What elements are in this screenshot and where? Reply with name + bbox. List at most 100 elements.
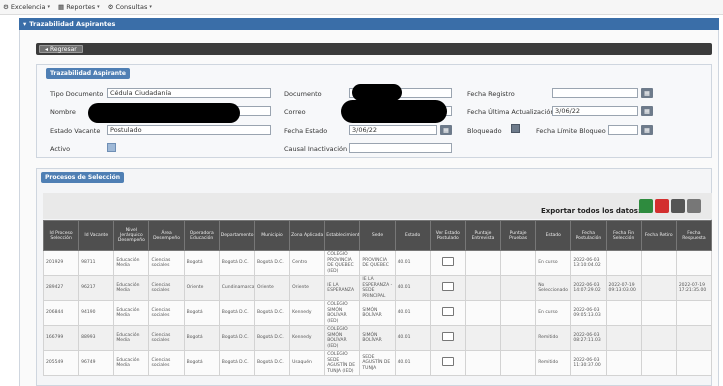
fecha-registro-field[interactable] <box>552 88 638 98</box>
column-header[interactable]: Municipio <box>253 220 291 251</box>
table-row[interactable]: 166799 88993 Educación Media Ciencias socia… <box>42 325 713 351</box>
menu-label: Consultas <box>115 3 148 11</box>
export-toolbar <box>43 193 712 219</box>
column-header[interactable]: Zona Aplicada <box>289 220 326 251</box>
table-cell: 166799 <box>42 325 80 351</box>
column-header[interactable]: Id Proceso Selección <box>42 220 80 251</box>
estado-vacante-field[interactable]: Postulado <box>107 125 271 135</box>
documento-label: Documento <box>284 90 322 98</box>
table-cell: Centro <box>289 250 326 276</box>
column-header[interactable]: Departamento <box>218 220 255 251</box>
export-label: Exportar todos los datos: <box>541 207 641 215</box>
correo-label: Correo <box>284 108 306 116</box>
column-header[interactable]: Sede <box>359 220 396 251</box>
menu-consultas[interactable]: ⚙ Consultas ▾ <box>108 3 152 11</box>
table-cell: IE LA ESPERANZA - SEDE PRINCIPAL <box>359 275 396 301</box>
chevron-down-icon: ▾ <box>47 4 51 10</box>
table-cell: Bogotá D.C. <box>253 250 291 276</box>
fecha-limite-bloqueo-label: Fecha Límite Bloqueo <box>536 127 606 135</box>
view-status-button[interactable] <box>441 257 454 267</box>
menu-excelencia[interactable]: ⚙ Excelencia ▾ <box>3 3 50 11</box>
gear-icon: ⚙ <box>3 3 9 11</box>
causal-inactivacion-label: Causal Inactivación <box>284 145 348 153</box>
column-header[interactable]: Estado <box>394 220 431 251</box>
table-row[interactable]: 206844 94190 Educación Media Ciencias socia… <box>42 300 713 326</box>
causal-inactivacion-field[interactable] <box>349 143 452 153</box>
tipo-documento-field[interactable]: Cédula Ciudadanía <box>107 88 271 98</box>
table-cell <box>675 350 713 376</box>
tipo-documento-label: Tipo Documento <box>50 90 104 98</box>
table-cell <box>640 350 677 376</box>
table-row[interactable]: 289427 96217 Educación Media Ciencias socia… <box>42 275 713 301</box>
collapse-arrow-icon: ▾ <box>23 20 27 28</box>
column-header[interactable]: Fecha Retiro <box>640 220 677 251</box>
table-cell: Oriente <box>289 275 326 301</box>
menu-reportes[interactable]: ▦ Reportes ▾ <box>58 3 100 11</box>
table-cell: 96217 <box>78 275 115 301</box>
calendar-icon[interactable]: ▦ <box>641 106 653 116</box>
table-cell: 2022-06-03 13:10:04.02 <box>570 250 607 276</box>
calendar-icon[interactable]: ▦ <box>641 125 653 135</box>
column-header[interactable]: Fecha Respuesta <box>675 220 713 251</box>
fecha-estado-field[interactable]: 3/06/22 <box>349 125 437 135</box>
table-cell <box>605 350 642 376</box>
table-cell: 206844 <box>42 300 80 326</box>
excel-export-icon[interactable] <box>639 199 653 213</box>
table-cell: 40.01 <box>394 250 431 276</box>
menu-label: Excelencia <box>10 3 46 11</box>
table-cell: Bogotá D.C. <box>218 325 255 351</box>
column-header[interactable]: Nivel Jerárquico Desempeño <box>113 220 150 251</box>
column-header[interactable]: Id Vacante <box>78 220 115 251</box>
table-cell <box>675 325 713 351</box>
table-cell <box>429 300 466 326</box>
table-cell: Ciencias sociales <box>148 350 185 376</box>
activo-checkbox[interactable] <box>107 143 116 152</box>
table-cell: 2022-06-03 09:05:13.03 <box>570 300 607 326</box>
table-cell: 2022-07-19 17:21:35.00 <box>675 275 713 301</box>
fecha-ultima-actualizacion-field[interactable]: 3/06/22 <box>552 106 638 116</box>
table-row[interactable]: 201929 98711 Educación Media Ciencias socia… <box>42 250 713 276</box>
column-header[interactable]: Estado <box>535 220 572 251</box>
table-cell <box>605 325 642 351</box>
bloqueado-checkbox[interactable] <box>511 124 520 133</box>
column-header[interactable]: Fecha Postulación <box>570 220 607 251</box>
table-cell <box>464 300 502 326</box>
table-cell <box>429 250 466 276</box>
pdf-export-icon[interactable] <box>655 199 669 213</box>
menu-label: Reportes <box>66 3 96 11</box>
calendar-icon[interactable]: ▦ <box>440 125 452 135</box>
table-cell <box>464 250 502 276</box>
table-cell <box>464 350 502 376</box>
view-status-button[interactable] <box>441 332 454 342</box>
table-cell: Oriente <box>183 275 220 301</box>
table-cell <box>429 350 466 376</box>
table-cell: 40.01 <box>394 300 431 326</box>
table-row[interactable]: 205549 96749 Educación Media Ciencias socia… <box>42 350 713 376</box>
table-cell: 205549 <box>42 350 80 376</box>
column-header[interactable]: Fecha Fin Selección <box>605 220 642 251</box>
table-cell: 40.01 <box>394 350 431 376</box>
column-header[interactable]: Área Desempeño <box>148 220 185 251</box>
table-cell <box>675 250 713 276</box>
table-cell: COLEGIO SIMÓN BOLÍVAR (IED) <box>324 325 361 351</box>
column-header[interactable]: Puntaje Pruebas <box>500 220 537 251</box>
fecha-limite-bloqueo-field[interactable] <box>608 125 638 135</box>
view-status-button[interactable] <box>441 282 454 292</box>
view-status-button[interactable] <box>441 357 454 367</box>
column-header[interactable]: Puntaje Entrevista <box>464 220 502 251</box>
view-status-button[interactable] <box>441 307 454 317</box>
table-cell: Educación Media <box>113 275 150 301</box>
column-header[interactable]: Ver Estado Postulado <box>429 220 466 251</box>
back-button[interactable]: ◂ Regresar <box>39 45 83 53</box>
table-cell <box>640 300 677 326</box>
printer-alt-icon[interactable] <box>687 199 701 213</box>
page-title-bar[interactable]: ▾ Trazabilidad Aspirantes <box>19 18 719 30</box>
calendar-icon[interactable]: ▦ <box>641 88 653 98</box>
redaction-mask <box>352 84 402 101</box>
column-header[interactable]: Operadora Educación <box>183 220 220 251</box>
table-cell: 40.01 <box>394 275 431 301</box>
print-icon[interactable] <box>671 199 685 213</box>
column-header[interactable]: Establecimiento <box>324 220 361 251</box>
table-cell: 201929 <box>42 250 80 276</box>
table-cell: 2022-06-03 08:27:11.03 <box>570 325 607 351</box>
